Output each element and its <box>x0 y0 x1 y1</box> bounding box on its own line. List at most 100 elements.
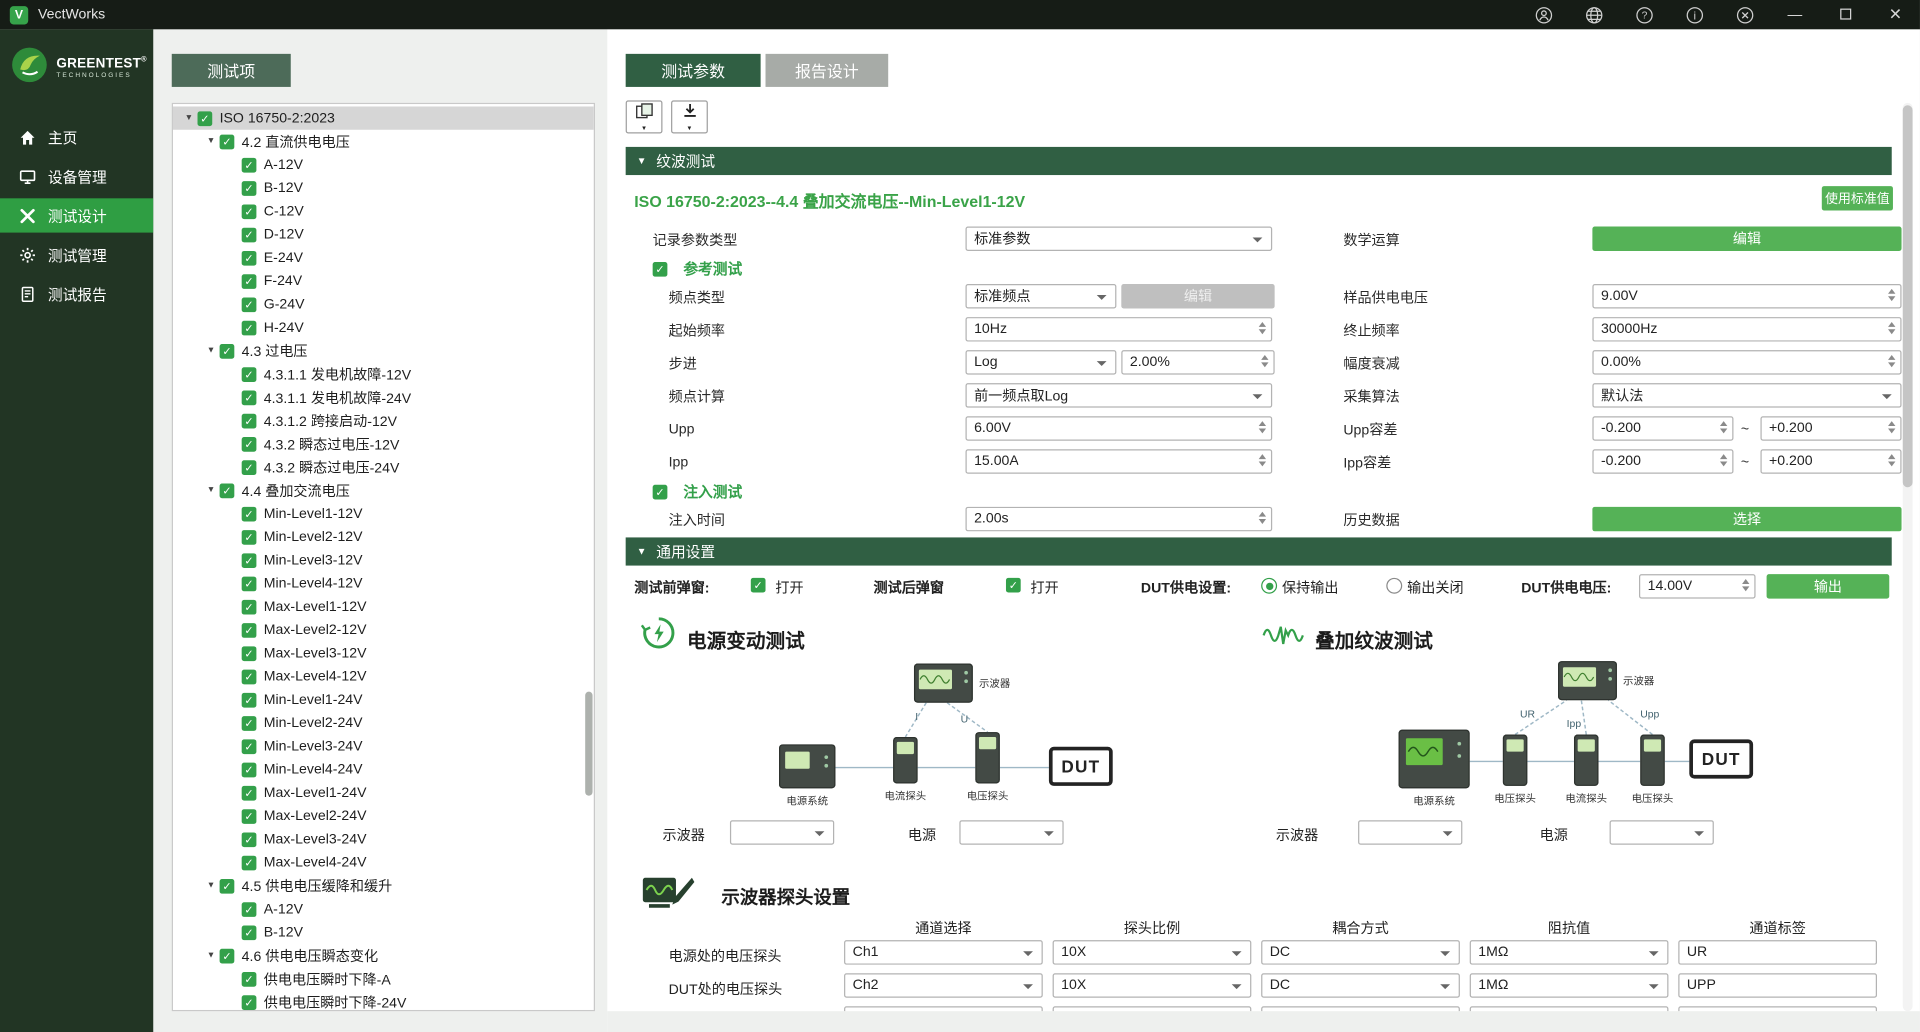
node-checkbox[interactable]: ✓ <box>242 855 257 870</box>
channel-tag-input[interactable]: UR <box>1678 940 1877 964</box>
tree-node[interactable]: ✓G-24V <box>173 293 594 316</box>
node-checkbox[interactable]: ✓ <box>242 599 257 614</box>
sidebar-item-design[interactable]: 测试设计 <box>0 198 153 232</box>
expander-icon[interactable]: ▼ <box>202 951 219 960</box>
node-checkbox[interactable]: ✓ <box>242 832 257 847</box>
step-value-input[interactable]: 2.00% <box>1121 350 1274 374</box>
close-button[interactable]: ✕ <box>1886 5 1906 25</box>
test-items-header[interactable]: 测试项 <box>172 54 291 87</box>
injection-time-input[interactable]: 2.00s <box>965 507 1272 531</box>
output-off-radio[interactable] <box>1386 578 1402 594</box>
tree-node[interactable]: ✓供电电压瞬时下降-24V <box>173 990 594 1011</box>
node-checkbox[interactable]: ✓ <box>220 878 235 893</box>
node-checkbox[interactable]: ✓ <box>242 762 257 777</box>
upp-input[interactable]: 6.00V <box>965 416 1272 440</box>
tree-node[interactable]: ✓A-12V <box>173 897 594 920</box>
tree-node[interactable]: ✓Min-Level4-24V <box>173 758 594 781</box>
tree-node[interactable]: ✓H-24V <box>173 316 594 339</box>
node-checkbox[interactable]: ✓ <box>242 995 257 1010</box>
ipp-tolerance-high-input[interactable]: +0.200 <box>1760 449 1901 473</box>
node-checkbox[interactable]: ✓ <box>220 948 235 963</box>
freq-point-calc-select[interactable]: 前一频点取Log <box>965 383 1272 407</box>
expander-icon[interactable]: ▼ <box>202 137 219 146</box>
tree-node[interactable]: ✓4.3.1.1 发电机故障-12V <box>173 362 594 385</box>
minimize-button[interactable]: — <box>1785 6 1805 23</box>
channel-tag-input[interactable]: UPP <box>1678 973 1877 997</box>
tree-node[interactable]: ▼✓4.3 过电压 <box>173 339 594 362</box>
tree-node[interactable]: ✓A-12V <box>173 153 594 176</box>
node-checkbox[interactable]: ✓ <box>242 925 257 940</box>
post-test-popup-checkbox[interactable]: ✓ <box>1006 578 1021 593</box>
node-checkbox[interactable]: ✓ <box>242 227 257 242</box>
tree-node[interactable]: ✓4.3.2 瞬态过电压-24V <box>173 455 594 478</box>
injection-test-checkbox[interactable]: ✓ <box>653 484 668 499</box>
end-frequency-input[interactable]: 30000Hz <box>1592 317 1901 341</box>
node-checkbox[interactable]: ✓ <box>242 529 257 544</box>
tree-node[interactable]: ✓Min-Level2-12V <box>173 525 594 548</box>
power-select[interactable] <box>959 820 1063 844</box>
node-checkbox[interactable]: ✓ <box>220 134 235 149</box>
node-checkbox[interactable]: ✓ <box>242 902 257 917</box>
exit-icon[interactable] <box>1735 5 1755 25</box>
coupling-select[interactable]: DC <box>1261 973 1460 997</box>
amplitude-attenuation-input[interactable]: 0.00% <box>1592 350 1901 374</box>
node-checkbox[interactable]: ✓ <box>242 809 257 824</box>
tree-node[interactable]: ✓B-12V <box>173 176 594 199</box>
tree-node[interactable]: ✓供电电压瞬时下降-A <box>173 967 594 990</box>
keep-output-radio[interactable] <box>1261 578 1277 594</box>
main-scrollbar[interactable] <box>1903 103 1913 1011</box>
tree-node[interactable]: ✓Min-Level1-12V <box>173 502 594 525</box>
node-checkbox[interactable]: ✓ <box>242 157 257 172</box>
upp-tolerance-low-input[interactable]: -0.200 <box>1592 416 1733 440</box>
node-checkbox[interactable]: ✓ <box>242 460 257 475</box>
tree-node[interactable]: ✓Min-Level1-24V <box>173 688 594 711</box>
tree-node[interactable]: ▼✓4.4 叠加交流电压 <box>173 479 594 502</box>
ipp-input[interactable]: 15.00A <box>965 449 1272 473</box>
tree-node[interactable]: ✓Max-Level1-24V <box>173 781 594 804</box>
tree-node[interactable]: ✓4.3.2 瞬态过电压-12V <box>173 432 594 455</box>
tree-node[interactable]: ✓4.3.1.2 跨接启动-12V <box>173 409 594 432</box>
tab-report-design[interactable]: 报告设计 <box>766 54 889 87</box>
probe-ratio-select[interactable]: 10X <box>1053 940 1252 964</box>
tree-node[interactable]: ✓E-24V <box>173 246 594 269</box>
ipp-tolerance-low-input[interactable]: -0.200 <box>1592 449 1733 473</box>
record-param-type-select[interactable]: 标准参数 <box>965 226 1272 250</box>
info-icon[interactable]: i <box>1684 5 1704 25</box>
node-checkbox[interactable]: ✓ <box>242 646 257 661</box>
node-checkbox[interactable]: ✓ <box>242 297 257 312</box>
node-checkbox[interactable]: ✓ <box>242 785 257 800</box>
node-checkbox[interactable]: ✓ <box>242 576 257 591</box>
coupling-select[interactable]: DC <box>1261 940 1460 964</box>
sampling-algorithm-select[interactable]: 默认法 <box>1592 383 1901 407</box>
tree-node[interactable]: ✓4.3.1.1 发电机故障-24V <box>173 386 594 409</box>
tree-node[interactable]: ✓F-24V <box>173 269 594 292</box>
node-checkbox[interactable]: ✓ <box>242 181 257 196</box>
tree-node[interactable]: ✓Min-Level4-12V <box>173 572 594 595</box>
node-checkbox[interactable]: ✓ <box>242 716 257 731</box>
help-icon[interactable]: ? <box>1634 5 1654 25</box>
general-settings-section-bar[interactable]: ▼ 通用设置 <box>626 537 1892 565</box>
copy-parameters-button[interactable]: ▼ <box>626 100 663 133</box>
sidebar-item-manage[interactable]: 测试管理 <box>0 237 153 271</box>
node-checkbox[interactable]: ✓ <box>242 413 257 428</box>
tree-node[interactable]: ✓Max-Level1-12V <box>173 595 594 618</box>
apply-parameters-button[interactable]: ▼ <box>671 100 708 133</box>
node-checkbox[interactable]: ✓ <box>220 343 235 358</box>
node-checkbox[interactable]: ✓ <box>242 204 257 219</box>
probe-ratio-select[interactable]: 10X <box>1053 973 1252 997</box>
impedance-select[interactable]: 1MΩ <box>1470 973 1669 997</box>
power-select[interactable] <box>1610 820 1714 844</box>
tree-node[interactable]: ▼✓ISO 16750-2:2023 <box>173 107 594 130</box>
node-checkbox[interactable]: ✓ <box>242 553 257 568</box>
impedance-select[interactable]: 1MΩ <box>1470 940 1669 964</box>
node-checkbox[interactable]: ✓ <box>242 739 257 754</box>
tree-node[interactable]: ✓Max-Level4-12V <box>173 665 594 688</box>
tree-node[interactable]: ✓Max-Level3-24V <box>173 828 594 851</box>
node-checkbox[interactable]: ✓ <box>242 274 257 289</box>
pre-test-popup-checkbox[interactable]: ✓ <box>751 578 766 593</box>
sample-supply-voltage-input[interactable]: 9.00V <box>1592 284 1901 308</box>
node-checkbox[interactable]: ✓ <box>242 367 257 382</box>
sidebar-item-home[interactable]: 主页 <box>0 120 153 154</box>
history-data-button[interactable]: 选择 <box>1592 507 1901 531</box>
node-checkbox[interactable]: ✓ <box>242 390 257 405</box>
